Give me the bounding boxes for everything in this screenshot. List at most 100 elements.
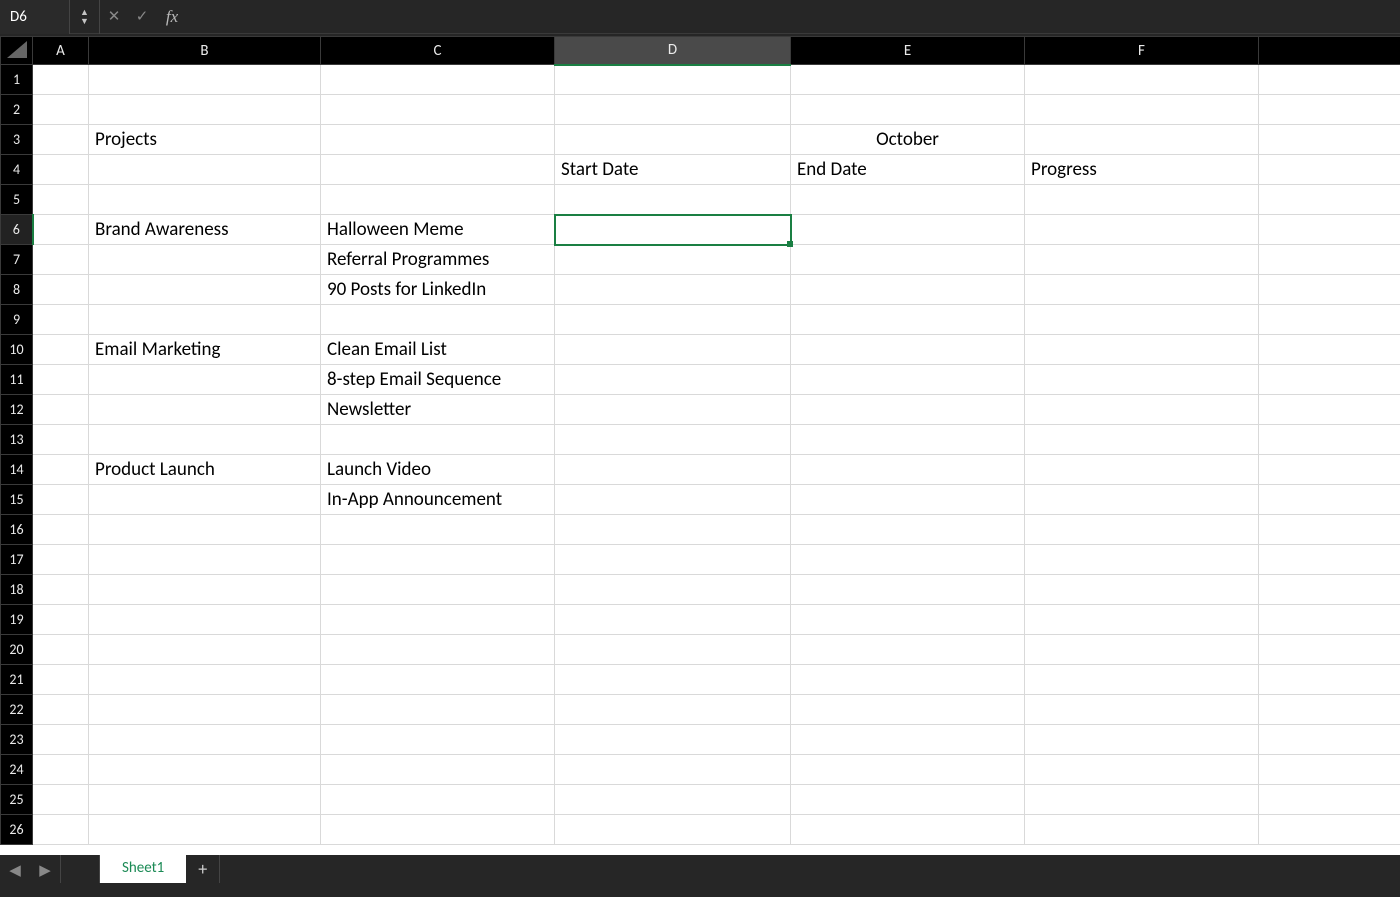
row-header-11[interactable]: 11 xyxy=(1,365,33,395)
cell-A-25[interactable] xyxy=(33,785,89,815)
cell-A-17[interactable] xyxy=(33,545,89,575)
cell-C-11[interactable]: 8-step Email Sequence xyxy=(321,365,555,395)
row-header-8[interactable]: 8 xyxy=(1,275,33,305)
cell-overflow-16[interactable] xyxy=(1259,515,1400,545)
cell-F-8[interactable] xyxy=(1025,275,1259,305)
cell-A-3[interactable] xyxy=(33,125,89,155)
cell-B-15[interactable] xyxy=(89,485,321,515)
cell-E-16[interactable] xyxy=(791,515,1025,545)
cell-B-9[interactable] xyxy=(89,305,321,335)
cell-D-16[interactable] xyxy=(555,515,791,545)
cell-F-19[interactable] xyxy=(1025,605,1259,635)
cell-E-11[interactable] xyxy=(791,365,1025,395)
cell-C-8[interactable]: 90 Posts for LinkedIn xyxy=(321,275,555,305)
cell-C-10[interactable]: Clean Email List xyxy=(321,335,555,365)
row-header-10[interactable]: 10 xyxy=(1,335,33,365)
name-box-stepper[interactable]: ▲ ▼ xyxy=(70,0,100,34)
row-header-21[interactable]: 21 xyxy=(1,665,33,695)
row-header-26[interactable]: 26 xyxy=(1,815,33,845)
cell-D-17[interactable] xyxy=(555,545,791,575)
cell-A-4[interactable] xyxy=(33,155,89,185)
cell-B-12[interactable] xyxy=(89,395,321,425)
cell-overflow-22[interactable] xyxy=(1259,695,1400,725)
cell-A-12[interactable] xyxy=(33,395,89,425)
row-header-1[interactable]: 1 xyxy=(1,65,33,95)
cell-A-13[interactable] xyxy=(33,425,89,455)
cell-A-22[interactable] xyxy=(33,695,89,725)
cell-F-14[interactable] xyxy=(1025,455,1259,485)
cell-D-9[interactable] xyxy=(555,305,791,335)
cell-A-8[interactable] xyxy=(33,275,89,305)
row-header-4[interactable]: 4 xyxy=(1,155,33,185)
cell-D-5[interactable] xyxy=(555,185,791,215)
cell-E-4[interactable]: End Date xyxy=(791,155,1025,185)
row-header-22[interactable]: 22 xyxy=(1,695,33,725)
cell-B-19[interactable] xyxy=(89,605,321,635)
cell-F-16[interactable] xyxy=(1025,515,1259,545)
cell-overflow-4[interactable] xyxy=(1259,155,1400,185)
cell-A-16[interactable] xyxy=(33,515,89,545)
cell-A-24[interactable] xyxy=(33,755,89,785)
cell-D-15[interactable] xyxy=(555,485,791,515)
cell-overflow-10[interactable] xyxy=(1259,335,1400,365)
cell-E-22[interactable] xyxy=(791,695,1025,725)
column-header-E[interactable]: E xyxy=(791,37,1025,65)
cell-E-13[interactable] xyxy=(791,425,1025,455)
formula-input[interactable] xyxy=(188,3,1394,31)
cell-D-23[interactable] xyxy=(555,725,791,755)
select-all-corner[interactable] xyxy=(1,37,33,65)
add-sheet-button[interactable]: + xyxy=(186,855,220,883)
cell-C-4[interactable] xyxy=(321,155,555,185)
cell-D-20[interactable] xyxy=(555,635,791,665)
cell-D-13[interactable] xyxy=(555,425,791,455)
cell-B-8[interactable] xyxy=(89,275,321,305)
cell-F-3[interactable] xyxy=(1025,125,1259,155)
cell-overflow-18[interactable] xyxy=(1259,575,1400,605)
cell-F-15[interactable] xyxy=(1025,485,1259,515)
row-header-19[interactable]: 19 xyxy=(1,605,33,635)
cell-overflow-2[interactable] xyxy=(1259,95,1400,125)
row-header-24[interactable]: 24 xyxy=(1,755,33,785)
cell-E-17[interactable] xyxy=(791,545,1025,575)
cell-C-18[interactable] xyxy=(321,575,555,605)
column-header-F[interactable]: F xyxy=(1025,37,1259,65)
cell-F-11[interactable] xyxy=(1025,365,1259,395)
cell-E-23[interactable] xyxy=(791,725,1025,755)
cell-A-14[interactable] xyxy=(33,455,89,485)
cell-E-2[interactable] xyxy=(791,95,1025,125)
cell-B-14[interactable]: Product Launch xyxy=(89,455,321,485)
cell-E-12[interactable] xyxy=(791,395,1025,425)
cell-overflow-11[interactable] xyxy=(1259,365,1400,395)
row-header-16[interactable]: 16 xyxy=(1,515,33,545)
cell-E-18[interactable] xyxy=(791,575,1025,605)
cell-C-5[interactable] xyxy=(321,185,555,215)
column-header-B[interactable]: B xyxy=(89,37,321,65)
row-header-17[interactable]: 17 xyxy=(1,545,33,575)
cell-A-19[interactable] xyxy=(33,605,89,635)
cell-F-1[interactable] xyxy=(1025,65,1259,95)
cell-D-19[interactable] xyxy=(555,605,791,635)
cell-A-9[interactable] xyxy=(33,305,89,335)
cell-B-16[interactable] xyxy=(89,515,321,545)
cell-E-6[interactable] xyxy=(791,215,1025,245)
cell-F-13[interactable] xyxy=(1025,425,1259,455)
cell-D-22[interactable] xyxy=(555,695,791,725)
cell-E-10[interactable] xyxy=(791,335,1025,365)
cell-E-21[interactable] xyxy=(791,665,1025,695)
row-header-2[interactable]: 2 xyxy=(1,95,33,125)
row-header-23[interactable]: 23 xyxy=(1,725,33,755)
cell-B-25[interactable] xyxy=(89,785,321,815)
row-header-5[interactable]: 5 xyxy=(1,185,33,215)
cell-overflow-3[interactable] xyxy=(1259,125,1400,155)
cell-D-4[interactable]: Start Date xyxy=(555,155,791,185)
cell-overflow-19[interactable] xyxy=(1259,605,1400,635)
cell-A-10[interactable] xyxy=(33,335,89,365)
cell-overflow-6[interactable] xyxy=(1259,215,1400,245)
cell-F-6[interactable] xyxy=(1025,215,1259,245)
tab-prev-button[interactable]: ◀ xyxy=(0,855,30,885)
cell-A-1[interactable] xyxy=(33,65,89,95)
cell-E-3[interactable]: October xyxy=(791,125,1025,155)
cell-A-26[interactable] xyxy=(33,815,89,845)
cell-A-23[interactable] xyxy=(33,725,89,755)
cell-overflow-25[interactable] xyxy=(1259,785,1400,815)
